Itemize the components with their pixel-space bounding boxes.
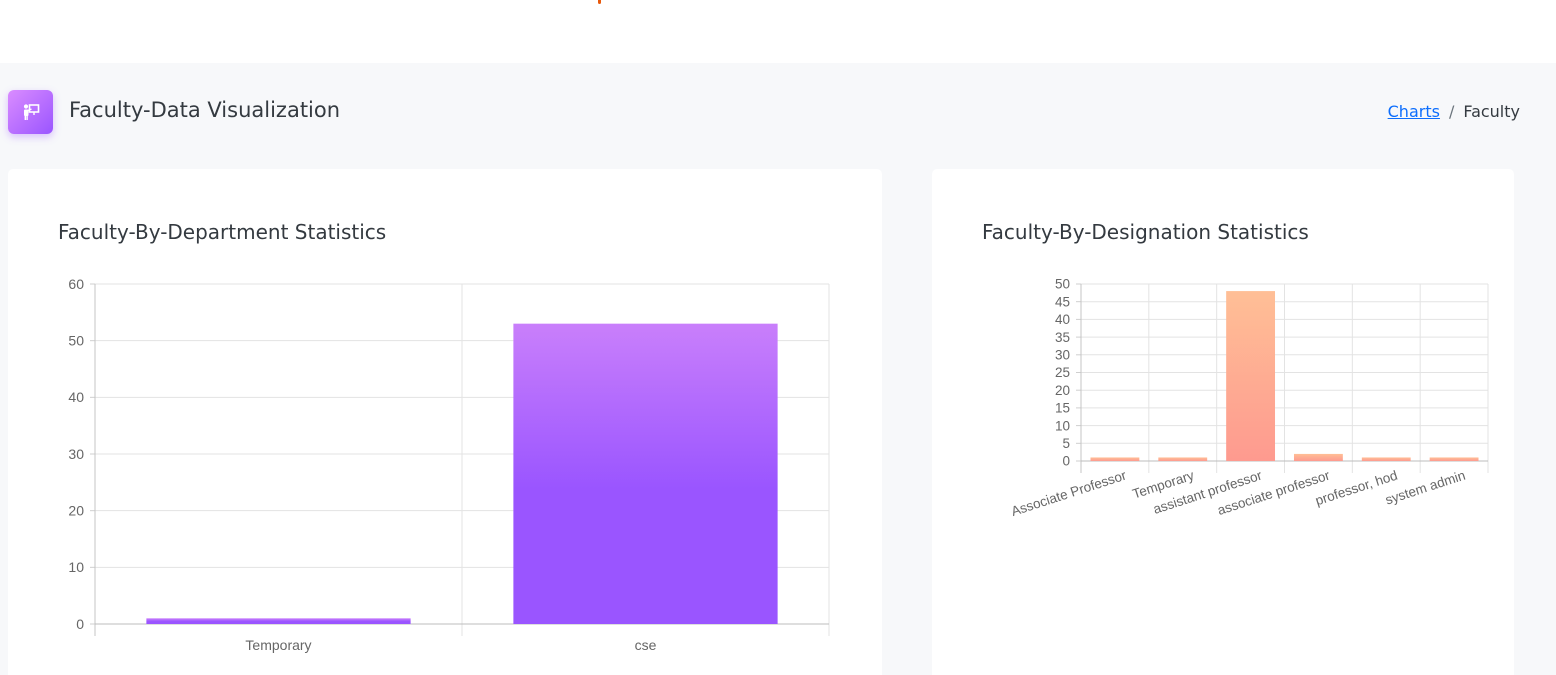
y-tick-label: 5 [1062, 436, 1070, 451]
presentation-board-icon [8, 90, 53, 134]
y-tick-label: 10 [68, 559, 84, 575]
x-tick-label: Temporary [245, 637, 311, 653]
y-tick-label: 40 [1055, 312, 1070, 327]
y-tick-label: 40 [68, 389, 84, 405]
y-tick-label: 25 [1055, 365, 1070, 380]
bar-cse [513, 323, 778, 624]
y-tick-label: 10 [1055, 418, 1070, 433]
breadcrumb-current: Faculty [1463, 102, 1520, 121]
page-header: Faculty-Data Visualization Charts / Facult… [8, 90, 1548, 134]
y-tick-label: 0 [1062, 454, 1070, 469]
y-tick-label: 50 [68, 333, 84, 349]
designation-bar-chart: 05101520253035404550Associate Professor T… [1009, 277, 1489, 519]
breadcrumb: Charts / Faculty [1388, 102, 1520, 121]
y-tick-label: 35 [1055, 330, 1070, 345]
bar-associate-professor [1293, 453, 1343, 461]
bar-assistant-professor [1226, 291, 1276, 461]
bar-associate-professor [1090, 457, 1140, 461]
y-tick-label: 60 [68, 276, 84, 292]
bar-temporary [1158, 457, 1208, 461]
y-tick-label: 50 [1055, 277, 1070, 292]
x-tick-label: Associate Professor [1009, 467, 1128, 519]
y-tick-label: 45 [1055, 294, 1070, 309]
department-chart-card: Faculty-By-Department Statistics 0 10 20 30… [8, 169, 882, 675]
y-tick-label: 0 [76, 616, 84, 632]
y-tick-label: 20 [68, 503, 84, 519]
page-title: Faculty-Data Visualization [69, 98, 341, 122]
top-navbar [0, 0, 1556, 63]
department-bar-chart: 0 10 20 30 40 50 60 Temporary cse [68, 276, 830, 653]
bar-professor-hod [1361, 457, 1411, 461]
x-tick-label: cse [635, 637, 657, 653]
breadcrumb-separator: / [1448, 102, 1455, 121]
breadcrumb-link-charts[interactable]: Charts [1388, 102, 1440, 121]
bar-temporary [146, 618, 411, 624]
y-tick-label: 30 [68, 446, 84, 462]
y-tick-label: 30 [1055, 348, 1070, 363]
y-tick-label: 20 [1055, 383, 1070, 398]
designation-chart-card: Faculty-By-Designation Statistics 0 5 10 15… [932, 169, 1514, 675]
bar-system-admin [1429, 457, 1479, 461]
main-panel: Faculty-Data Visualization Charts / Facult… [0, 63, 1556, 675]
y-tick-label: 15 [1055, 401, 1070, 416]
navbar-indicator [598, 0, 601, 4]
